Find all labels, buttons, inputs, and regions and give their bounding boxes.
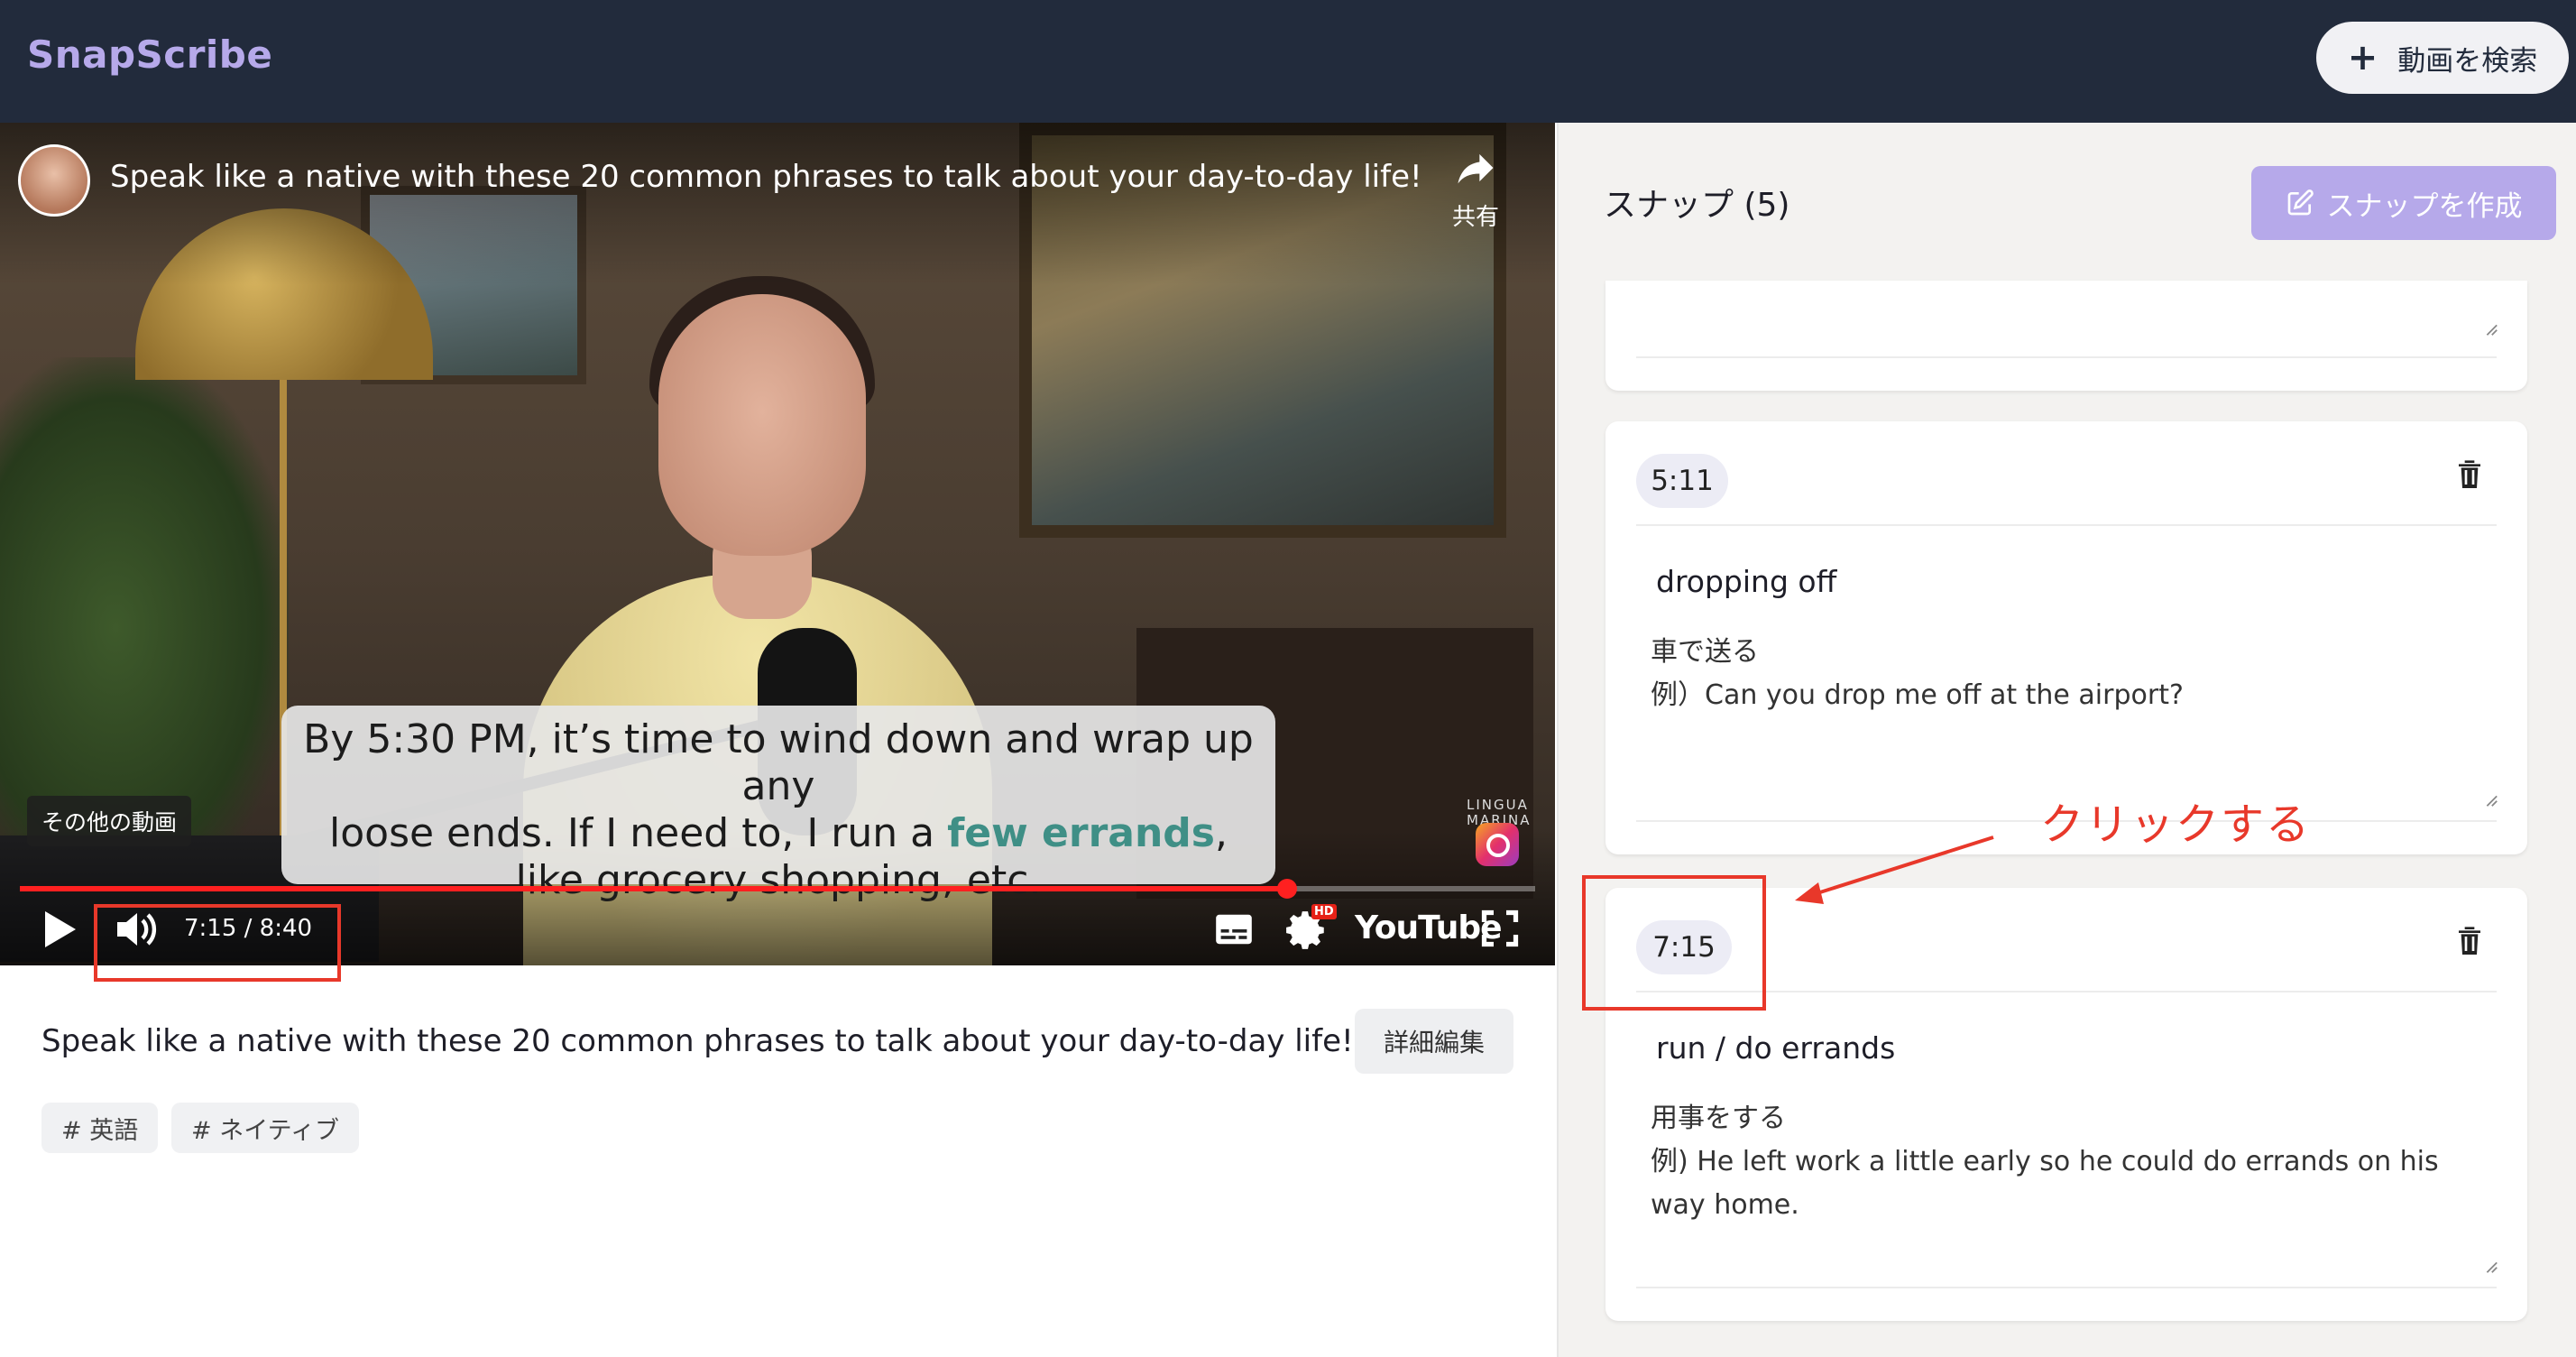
snaps-heading: スナップ (5) bbox=[1604, 187, 1790, 224]
share-icon bbox=[1458, 153, 1494, 184]
trash-icon[interactable] bbox=[2455, 924, 2484, 956]
caption-highlight: few errands bbox=[947, 810, 1215, 856]
edit-icon bbox=[2287, 189, 2314, 216]
share-label: 共有 bbox=[1451, 204, 1499, 231]
search-video-button[interactable]: + 動画を検索 bbox=[2316, 22, 2569, 94]
plus-icon: + bbox=[2347, 37, 2378, 78]
app-header: SnapScribe + 動画を検索 bbox=[0, 0, 2576, 123]
search-video-label: 動画を検索 bbox=[2397, 44, 2538, 78]
tag-chip[interactable]: # 英語 bbox=[41, 1103, 159, 1153]
trash-icon[interactable] bbox=[2455, 457, 2484, 490]
share-button[interactable]: 共有 bbox=[1440, 144, 1512, 232]
fullscreen-icon[interactable] bbox=[1481, 909, 1519, 947]
instagram-icon bbox=[1476, 823, 1519, 866]
resize-handle-icon[interactable] bbox=[2482, 791, 2498, 808]
snap-note[interactable]: 車で送る 例）Can you drop me off at the airpor… bbox=[1651, 631, 2464, 717]
resize-handle-icon[interactable] bbox=[2482, 1258, 2498, 1274]
annotation-label: クリックする bbox=[2040, 799, 2312, 850]
settings-button[interactable]: HD bbox=[1284, 904, 1337, 953]
progress-fill bbox=[20, 886, 1288, 891]
timestamp-badge[interactable]: 5:11 bbox=[1636, 454, 1728, 508]
channel-avatar[interactable] bbox=[18, 144, 90, 217]
hd-badge: HD bbox=[1311, 904, 1337, 919]
edit-details-button[interactable]: 詳細編集 bbox=[1355, 1009, 1513, 1074]
video-title: Speak like a native with these 20 common… bbox=[41, 1023, 1354, 1059]
more-videos-button[interactable]: その他の動画 bbox=[27, 796, 192, 846]
snap-phrase[interactable]: dropping off bbox=[1656, 564, 1836, 599]
caption-line-3: like grocery shopping, etc. bbox=[515, 857, 1042, 903]
progress-bar[interactable] bbox=[20, 879, 1535, 899]
snap-phrase[interactable]: run / do errands bbox=[1656, 1030, 1895, 1066]
caption-line-1: By 5:30 PM, it’s time to wind down and w… bbox=[303, 716, 1254, 809]
annotation-box-time bbox=[94, 904, 341, 982]
youtube-logo[interactable]: YouTube bbox=[1355, 909, 1503, 946]
annotation-box-timestamp bbox=[1582, 875, 1766, 1011]
presenter-head bbox=[658, 294, 866, 556]
video-caption: By 5:30 PM, it’s time to wind down and w… bbox=[281, 706, 1275, 903]
snap-note[interactable]: 用事をする 例) He left work a little early so … bbox=[1651, 1097, 2464, 1227]
create-snap-button[interactable]: スナップを作成 bbox=[2251, 166, 2556, 240]
video-player[interactable]: Speak like a native with these 20 common… bbox=[0, 123, 1555, 965]
create-snap-label: スナップを作成 bbox=[2326, 189, 2523, 223]
annotation-arrow-icon bbox=[1795, 835, 1994, 904]
app-logo[interactable]: SnapScribe bbox=[27, 32, 272, 77]
video-overlay-title[interactable]: Speak like a native with these 20 common… bbox=[110, 159, 1422, 195]
tag-chip[interactable]: # ネイティブ bbox=[171, 1103, 360, 1153]
play-icon[interactable] bbox=[41, 909, 78, 949]
resize-handle-icon[interactable] bbox=[2482, 320, 2498, 337]
snap-card bbox=[1605, 281, 2527, 391]
snaps-panel: スナップ (5) スナップを作成 5:11 dropping off 車で送る … bbox=[1557, 123, 2576, 1357]
caption-line-2: loose ends. If I need to, I run a few er… bbox=[329, 810, 1228, 856]
subtitles-icon[interactable] bbox=[1214, 913, 1254, 946]
